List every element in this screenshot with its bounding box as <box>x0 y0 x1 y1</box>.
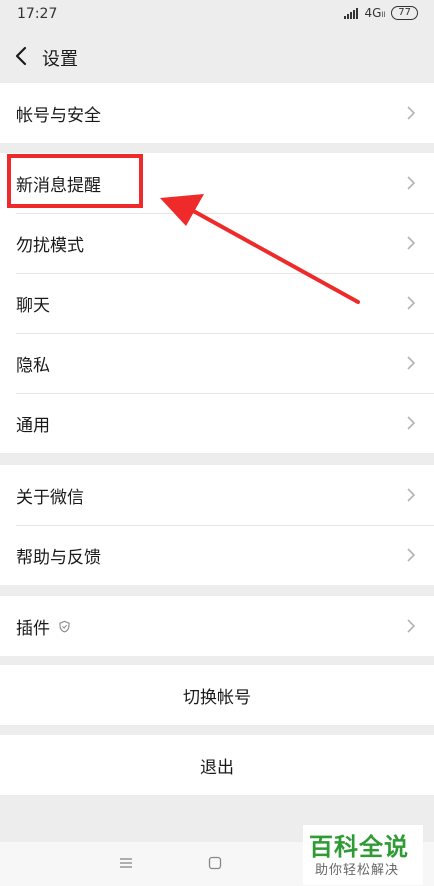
nav-bar: 设置 <box>0 28 434 84</box>
network-type: 4Gll <box>364 6 386 20</box>
settings-item-label: 关于微信 <box>16 487 84 508</box>
watermark-subtitle: 助你轻松解决 <box>315 863 400 878</box>
settings-item-chat[interactable]: 聊天 <box>0 273 434 333</box>
status-time: 17:27 <box>17 6 58 22</box>
status-indicators: 4Gll 77 <box>344 6 418 20</box>
watermark-logo: 百科全说 助你轻松解决 <box>303 825 423 885</box>
status-bar: 17:27 4Gll 77 <box>0 0 434 28</box>
logout-group: 退出 <box>0 735 434 795</box>
settings-item-about-wechat[interactable]: 关于微信 <box>0 465 434 525</box>
signal-icon <box>344 7 359 19</box>
chevron-right-icon <box>407 356 416 370</box>
settings-group-about: 关于微信 帮助与反馈 <box>0 465 434 585</box>
chevron-right-icon <box>407 296 416 310</box>
settings-group-account: 帐号与安全 <box>0 83 434 143</box>
settings-item-label: 勿扰模式 <box>16 235 84 256</box>
battery-icon: 77 <box>391 6 418 20</box>
logout-button[interactable]: 退出 <box>0 735 434 795</box>
switch-account-group: 切换帐号 <box>0 665 434 725</box>
settings-item-help-feedback[interactable]: 帮助与反馈 <box>0 525 434 585</box>
settings-item-account-security[interactable]: 帐号与安全 <box>0 83 434 143</box>
chevron-right-icon <box>407 416 416 430</box>
settings-item-general[interactable]: 通用 <box>0 393 434 453</box>
page-title: 设置 <box>42 49 78 70</box>
switch-account-button[interactable]: 切换帐号 <box>0 665 434 725</box>
home-icon[interactable] <box>208 856 222 870</box>
settings-item-plugins[interactable]: 插件 <box>0 596 434 656</box>
settings-item-new-message-alert[interactable]: 新消息提醒 <box>0 153 434 213</box>
shield-icon <box>59 620 70 632</box>
chevron-right-icon <box>407 619 416 633</box>
chevron-right-icon <box>407 176 416 190</box>
settings-group-plugins: 插件 <box>0 596 434 656</box>
chevron-right-icon <box>407 236 416 250</box>
chevron-right-icon <box>407 106 416 120</box>
settings-item-label: 聊天 <box>16 295 50 316</box>
chevron-right-icon <box>407 488 416 502</box>
menu-icon[interactable] <box>119 856 133 870</box>
watermark-title: 百科全说 <box>309 833 409 861</box>
back-arrow-icon[interactable] <box>10 40 38 72</box>
settings-item-label: 帐号与安全 <box>16 105 101 126</box>
chevron-right-icon <box>407 548 416 562</box>
settings-item-label: 通用 <box>16 415 50 436</box>
settings-group-main: 新消息提醒 勿扰模式 聊天 隐私 通用 <box>0 153 434 453</box>
settings-item-label: 隐私 <box>16 355 50 376</box>
settings-item-privacy[interactable]: 隐私 <box>0 333 434 393</box>
settings-item-label: 新消息提醒 <box>16 175 101 196</box>
settings-item-label: 帮助与反馈 <box>16 547 101 568</box>
settings-item-do-not-disturb[interactable]: 勿扰模式 <box>0 213 434 273</box>
settings-item-label: 插件 <box>16 618 50 639</box>
